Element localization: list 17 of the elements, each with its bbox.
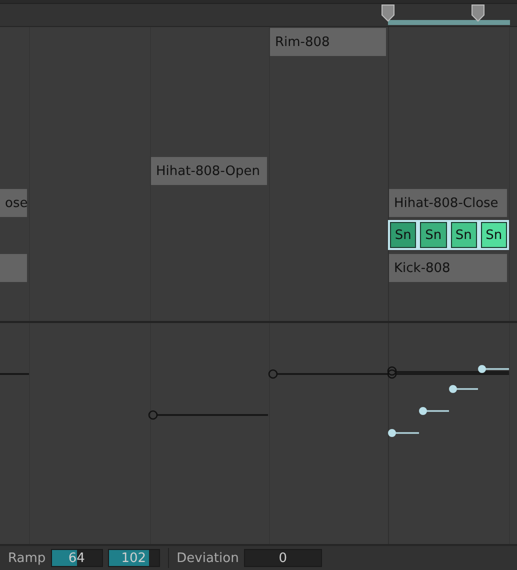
midi-note[interactable]: ose bbox=[0, 189, 27, 217]
midi-note[interactable]: Hihat-808-Open bbox=[151, 157, 267, 185]
midi-note[interactable]: Sn bbox=[420, 222, 446, 248]
deviation-value-field[interactable]: 0 bbox=[244, 549, 322, 567]
loop-marker-icon[interactable] bbox=[380, 4, 396, 22]
deviation-label: Deviation bbox=[176, 550, 239, 566]
midi-note[interactable]: Hihat-808-Close bbox=[389, 189, 507, 217]
midi-note[interactable]: Kick-808 bbox=[389, 254, 507, 282]
selected-note-group[interactable]: Sn Sn Sn Sn bbox=[388, 220, 509, 250]
ramp-value-field[interactable]: 102 bbox=[108, 549, 160, 567]
timeline-ruler[interactable] bbox=[0, 4, 517, 27]
midi-note[interactable]: Sn bbox=[450, 222, 477, 248]
midi-note[interactable]: Sn bbox=[390, 222, 416, 248]
midi-note[interactable]: Rim-808 bbox=[270, 28, 386, 56]
ramp-label: Ramp bbox=[8, 550, 46, 566]
midi-note[interactable]: Sn bbox=[480, 222, 507, 248]
loop-marker-icon[interactable] bbox=[470, 4, 486, 22]
